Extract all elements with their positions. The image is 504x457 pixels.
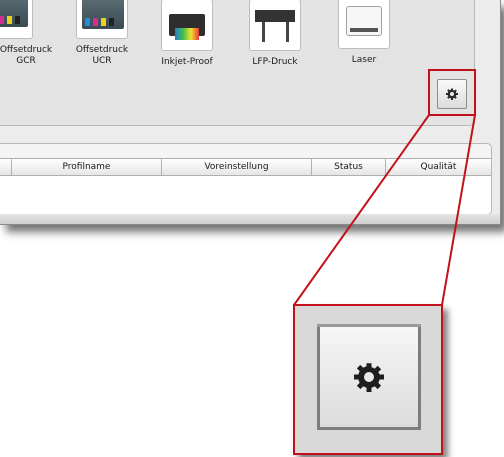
gear-icon [354,363,384,392]
zoom-inset [293,304,443,455]
settings-button-zoomed [317,324,421,430]
